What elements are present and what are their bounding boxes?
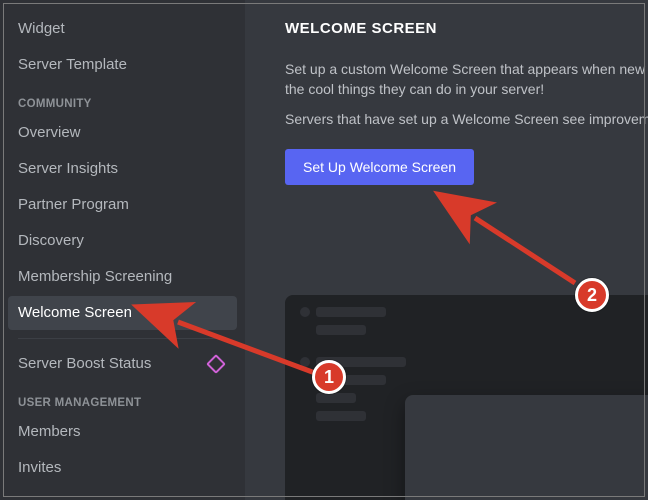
sidebar-header-user-management: USER MANAGEMENT <box>8 383 237 413</box>
sidebar-item-widget[interactable]: Widget <box>8 12 237 46</box>
sidebar-divider <box>18 338 227 339</box>
sidebar-item-invites[interactable]: Invites <box>8 451 237 485</box>
sidebar-item-server-insights[interactable]: Server Insights <box>8 152 237 186</box>
sidebar-item-welcome-screen[interactable]: Welcome Screen <box>8 296 237 330</box>
sidebar-item-server-boost[interactable]: Server Boost Status <box>8 347 237 381</box>
description-line: Set up a custom Welcome Screen that appe… <box>285 59 648 99</box>
sidebar-item-label: Server Insights <box>18 158 118 180</box>
sidebar-item-overview[interactable]: Overview <box>8 116 237 150</box>
sidebar-item-label: Server Template <box>18 54 127 76</box>
main-content: WELCOME SCREEN Set up a custom Welcome S… <box>245 0 648 500</box>
sidebar-item-label: Server Boost Status <box>18 353 151 375</box>
sidebar-item-label: Widget <box>18 18 65 40</box>
sidebar-item-label: Members <box>18 421 81 443</box>
sidebar-item-membership-screening[interactable]: Membership Screening <box>8 260 237 294</box>
sidebar-header-community: COMMUNITY <box>8 84 237 114</box>
sidebar-item-label: Discovery <box>18 230 84 252</box>
sidebar-item-label: Partner Program <box>18 194 129 216</box>
boost-gem-icon <box>206 354 226 374</box>
settings-sidebar: Widget Server Template COMMUNITY Overvie… <box>0 0 245 500</box>
sidebar-item-discovery[interactable]: Discovery <box>8 224 237 258</box>
sidebar-item-server-template[interactable]: Server Template <box>8 48 237 82</box>
sidebar-item-label: Welcome Screen <box>18 302 132 324</box>
sidebar-item-label: Membership Screening <box>18 266 172 288</box>
sidebar-item-label: Overview <box>18 122 81 144</box>
description-line: Servers that have set up a Welcome Scree… <box>285 109 648 129</box>
sidebar-item-members[interactable]: Members <box>8 415 237 449</box>
page-title: WELCOME SCREEN <box>285 20 648 37</box>
preview-skeleton <box>300 307 406 421</box>
welcome-preview-card: Welcome to W <box>285 295 648 500</box>
setup-welcome-screen-button[interactable]: Set Up Welcome Screen <box>285 149 474 185</box>
sidebar-item-label: Invites <box>18 457 61 479</box>
preview-modal: Welcome to W <box>405 395 648 500</box>
sidebar-item-partner-program[interactable]: Partner Program <box>8 188 237 222</box>
app-root: Widget Server Template COMMUNITY Overvie… <box>0 0 648 500</box>
